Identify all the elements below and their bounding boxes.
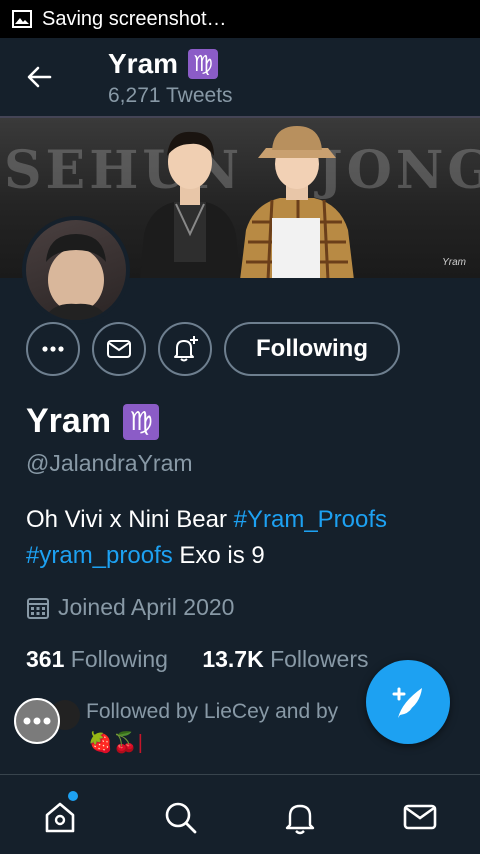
profile-name: Yram [26,402,112,440]
nav-search[interactable] [160,797,200,837]
nav-notifications[interactable] [280,797,320,837]
header-title-row: Yram ♍ [108,48,219,80]
joined-date: Joined April 2020 [26,594,234,621]
bio-text: Oh Vivi x Nini Bear [26,506,234,533]
message-button[interactable] [92,322,146,376]
bottom-nav [0,774,480,854]
banner-signature: Yram [442,257,466,268]
envelope-icon [403,804,437,830]
followed-by-text: Followed by LieCey and by [86,700,339,723]
arrow-left-icon[interactable] [24,62,54,92]
avatar-image [26,220,126,320]
following-label: Following [70,646,168,672]
virgo-icon: ♍ [123,403,160,440]
profile-handle: @JalandraYram [26,450,193,476]
profile-stats: 361 Following 13.7K Followers [26,646,369,673]
nav-home[interactable] [40,797,80,837]
profile-name-row: Yram ♍ [26,402,160,441]
top-bar: Yram ♍ 6,271 Tweets [0,38,480,116]
virgo-icon: ♍ [188,49,219,79]
following-stat[interactable]: 361 Following [26,646,168,673]
more-icon [23,717,51,725]
follower-avatar [14,698,60,744]
envelope-icon [107,340,131,358]
home-icon [45,802,75,833]
followers-label: Followers [270,646,369,672]
followed-by[interactable]: Followed by LieCey and by 🍓🍒| [14,698,374,768]
status-bar: Saving screenshot… [0,0,480,38]
compose-feather-icon [392,687,422,718]
search-icon [165,802,197,834]
hashtag-link[interactable]: #Yram_Proofs [234,506,387,533]
followed-by-emoji: 🍓🍒| [88,732,143,754]
home-notification-dot [68,791,78,801]
status-text: Saving screenshot… [42,7,227,30]
avatar[interactable] [22,216,130,324]
compose-button[interactable] [366,660,450,744]
followers-count: 13.7K [202,646,264,672]
tweet-count: 6,271 Tweets [108,84,233,107]
bell-icon [285,804,315,835]
banner-person-right [240,126,354,278]
bell-plus-icon [174,336,198,362]
header-name: Yram [108,48,179,79]
more-button[interactable] [26,322,80,376]
profile-bio: Oh Vivi x Nini Bear #Yram_Proofs #yram_p… [26,502,466,574]
following-button[interactable]: Following [224,322,400,376]
nav-messages[interactable] [400,797,440,837]
notify-button[interactable] [158,322,212,376]
more-icon [42,346,64,352]
following-count: 361 [26,646,65,672]
hashtag-link[interactable]: #yram_proofs [26,542,173,569]
calendar-icon [27,597,49,619]
followers-stat[interactable]: 13.7K Followers [202,646,368,673]
joined-text: Joined April 2020 [58,594,235,620]
image-icon [12,10,32,28]
bio-text: Exo is 9 [172,542,265,569]
avatar-face [44,234,108,320]
